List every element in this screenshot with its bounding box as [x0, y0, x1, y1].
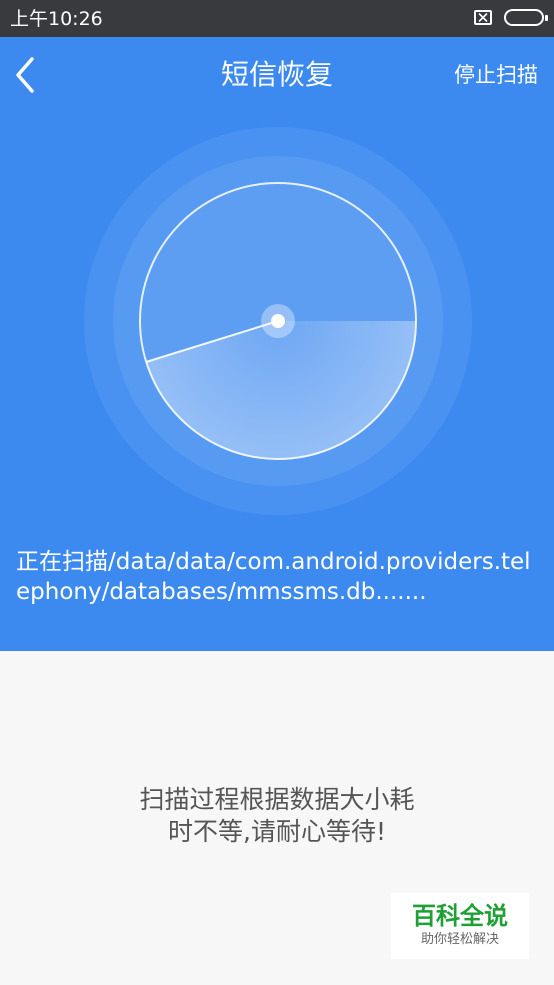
radar-scan-animation [84, 127, 472, 515]
radar-center-dot [271, 314, 285, 328]
scan-hint-line-2: 时不等,请耐心等待! [168, 817, 386, 846]
watermark-title: 百科全说 [412, 902, 508, 930]
scan-hint: 扫描过程根据数据大小耗 时不等,请耐心等待! [0, 784, 554, 848]
stop-scan-button[interactable]: 停止扫描 [454, 61, 538, 89]
status-time: 上午10:26 [10, 8, 103, 30]
scan-path-text: 正在扫描/data/data/com.android.providers.tel… [16, 549, 531, 605]
scan-header-panel: 短信恢复 停止扫描 正在扫描/data/data/com.android.pro… [0, 37, 554, 651]
battery-icon [504, 9, 548, 26]
notification-cleared-icon [474, 10, 492, 25]
scan-hint-line-1: 扫描过程根据数据大小耗 [139, 785, 415, 814]
watermark-subtitle: 助你轻松解决 [420, 932, 499, 947]
status-bar: 上午10:26 [0, 0, 554, 37]
watermark-logo: 百科全说 助你轻松解决 [391, 893, 529, 959]
